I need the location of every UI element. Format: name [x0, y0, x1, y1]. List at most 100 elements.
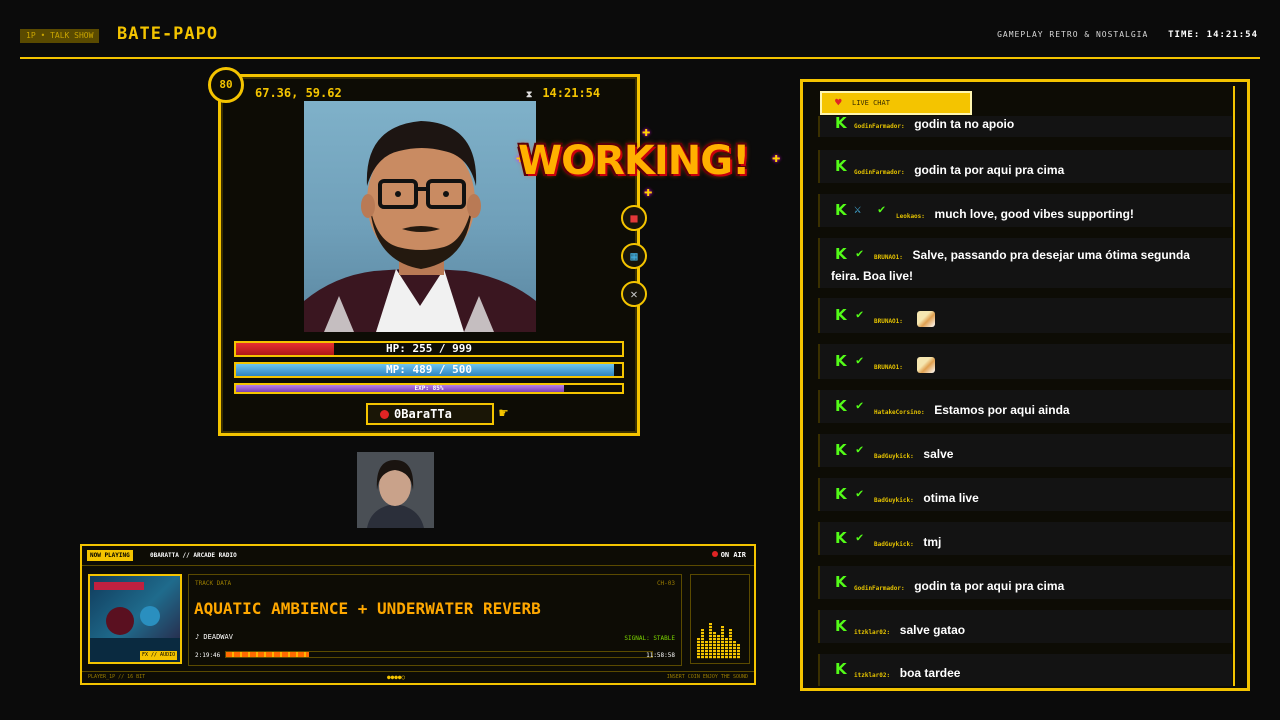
avatar-portrait [304, 101, 536, 332]
coordinates-readout: 67.36, 59.62 [255, 86, 342, 100]
chat-text: otima live [923, 491, 979, 505]
verified-badge-icon: ✔ [856, 398, 864, 412]
chat-text: godin ta por aqui pra cima [914, 163, 1065, 177]
equalizer-bar [709, 623, 712, 659]
equalizer-bar [697, 638, 700, 659]
chat-message-line: GodinFarmador: godin ta por aqui pra cim… [854, 159, 1064, 178]
chat-username[interactable]: HatakeCorsino: [874, 409, 925, 416]
verified-badge-icon: ✔ [856, 353, 864, 367]
progress-bar[interactable] [225, 651, 653, 658]
track-title: AQUATIC AMBIENCE + UNDERWATER REVERB [194, 599, 541, 618]
chat-message-line: Leokaos: much love, good vibes supportin… [896, 203, 1134, 222]
streamer-name-tag[interactable]: 0BaraTTa [366, 403, 494, 425]
chat-username[interactable]: BRUNAO1: [874, 364, 903, 371]
chat-message-line: BRUNAO1: [874, 308, 935, 327]
streamer-name: 0BaraTTa [394, 407, 452, 421]
chat-username[interactable]: GodinFarmador: [854, 585, 905, 592]
footer-right: INSERT COIN ENJOY THE SOUND [666, 674, 748, 680]
header-time: TIME: 14:21:54 [1168, 30, 1258, 40]
chat-message: K ✔ BRUNAO1: [818, 344, 1232, 379]
chat-message: K GodinFarmador: godin ta por aqui pra ci… [818, 566, 1232, 599]
chat-message-line: BadGuykick: otima live [874, 487, 979, 506]
level-badge: 80 [208, 67, 244, 103]
webcam-feed [357, 452, 434, 528]
live-chat-label: LIVE CHAT [852, 99, 890, 107]
chat-message: K ⚔ ✔ Leokaos: much love, good vibes suppor… [818, 194, 1232, 227]
on-air-label: ON AIR [720, 551, 746, 559]
chat-message: K ✔ BadGuykick: tmj [818, 522, 1232, 555]
kick-icon: K [835, 617, 847, 635]
chat-message-line: BRUNAO1: Salve, passando pra desejar uma… [831, 245, 1221, 285]
chat-message: Kitzklar02: boa tardee [818, 654, 1232, 686]
chat-message: K ✔ BRUNAO1: [818, 298, 1232, 333]
exp-bar: EXP: 85% [234, 383, 624, 394]
chat-username[interactable]: GodinFarmador: [854, 169, 905, 176]
verified-badge-icon: ✔ [856, 442, 864, 456]
chat-message: K ✔ BadGuykick: otima live [818, 478, 1232, 511]
kick-icon: K [835, 306, 847, 324]
signal-status: SIGNAL: STABLE [624, 635, 675, 642]
chat-username[interactable]: itzklar02: [854, 672, 890, 679]
kick-icon: K [835, 441, 847, 459]
chat-message-line: GodinFarmador: godin ta no apoio [854, 113, 1014, 132]
equalizer-bar [737, 644, 740, 659]
verified-badge-icon: ✔ [856, 530, 864, 544]
now-playing-badge: NOW PLAYING [87, 550, 133, 561]
chat-username[interactable]: GodinFarmador: [854, 123, 905, 130]
hp-label: HP: 255 / 999 [385, 342, 473, 355]
hourglass-icon: ⧗ [526, 90, 533, 100]
chat-text: salve [923, 447, 954, 461]
card-clock-value: 14:21:54 [542, 86, 601, 100]
chat-message: K GodinFarmador: godin ta por aqui pra ci… [818, 150, 1232, 183]
chat-text: boa tardee [899, 666, 961, 680]
kick-icon: K [835, 485, 847, 503]
kick-icon: K [835, 114, 847, 132]
kick-icon: K [835, 573, 847, 591]
chat-username[interactable]: BadGuykick: [874, 541, 914, 548]
mp-bar: MP: 489 / 500 [234, 362, 624, 378]
verified-badge-icon: ✔ [856, 486, 864, 500]
show-badge: 1P • TALK SHOW [20, 29, 100, 43]
top-bar: 1P • TALK SHOW BATE-PAPO GAMEPLAY RETRO … [0, 0, 1280, 60]
chat-message-line: GodinFarmador: godin ta por aqui pra cim… [854, 575, 1064, 594]
live-dot-icon [380, 410, 389, 419]
player-header: NOW PLAYING 0BARATTA // ARCADE RADIO ON … [82, 546, 754, 566]
track-data-label: TRACK DATA [195, 580, 232, 587]
live-chat-tab[interactable]: ♥ LIVE CHAT [820, 91, 972, 115]
player-footer: PLAYER_1P // 16 BIT ●●●●○ INSERT COIN EN… [82, 671, 754, 683]
chat-username[interactable]: Leokaos: [896, 213, 925, 220]
chat-username[interactable]: BRUNAO1: [874, 254, 903, 261]
header-subtitle: GAMEPLAY RETRO & NOSTALGIA [997, 30, 1149, 39]
backpack-icon[interactable]: ■ [621, 205, 647, 231]
chat-message-line: itzklar02: boa tardee [854, 662, 960, 681]
album-cover: FX // AUDIO [88, 574, 182, 664]
track-info: TRACK DATA CH-03 AQUATIC AMBIENCE + UNDE… [188, 574, 682, 666]
heart-icon: ♥ [835, 96, 842, 109]
channel-label: CH-03 [656, 580, 675, 587]
hp-bar: HP: 255 / 999 [234, 341, 624, 357]
chat-username[interactable]: itzklar02: [854, 629, 890, 636]
map-icon[interactable]: ▦ [621, 243, 647, 269]
equalizer [690, 574, 750, 664]
chat-text: Estamos por aqui ainda [934, 403, 1070, 417]
chat-username[interactable]: BadGuykick: [874, 453, 914, 460]
swords-icon[interactable]: ✕ [621, 281, 647, 307]
kick-icon: K [835, 529, 847, 547]
cover-tag: FX // AUDIO [140, 651, 178, 660]
chat-username[interactable]: BRUNAO1: [874, 318, 903, 325]
chat-message-line: itzklar02: salve gatao [854, 619, 965, 638]
kick-icon: K [835, 157, 847, 175]
chat-text: salve gatao [899, 623, 966, 637]
progress-fill [226, 652, 310, 657]
header-info: GAMEPLAY RETRO & NOSTALGIA TIME: 14:21:5… [997, 30, 1258, 40]
chat-message: K ✔ BadGuykick: salve [818, 434, 1232, 467]
pixel-emote-icon [916, 356, 935, 373]
chat-message-line: BRUNAO1: [874, 354, 935, 373]
header-divider [20, 57, 1260, 59]
music-player: NOW PLAYING 0BARATTA // ARCADE RADIO ON … [80, 544, 756, 685]
chat-text: much love, good vibes supporting! [934, 207, 1134, 221]
chat-message-line: BadGuykick: salve [874, 443, 953, 462]
chat-username[interactable]: BadGuykick: [874, 497, 914, 504]
on-air-indicator: ON AIR [711, 551, 746, 559]
pixel-emote-icon [916, 310, 935, 327]
